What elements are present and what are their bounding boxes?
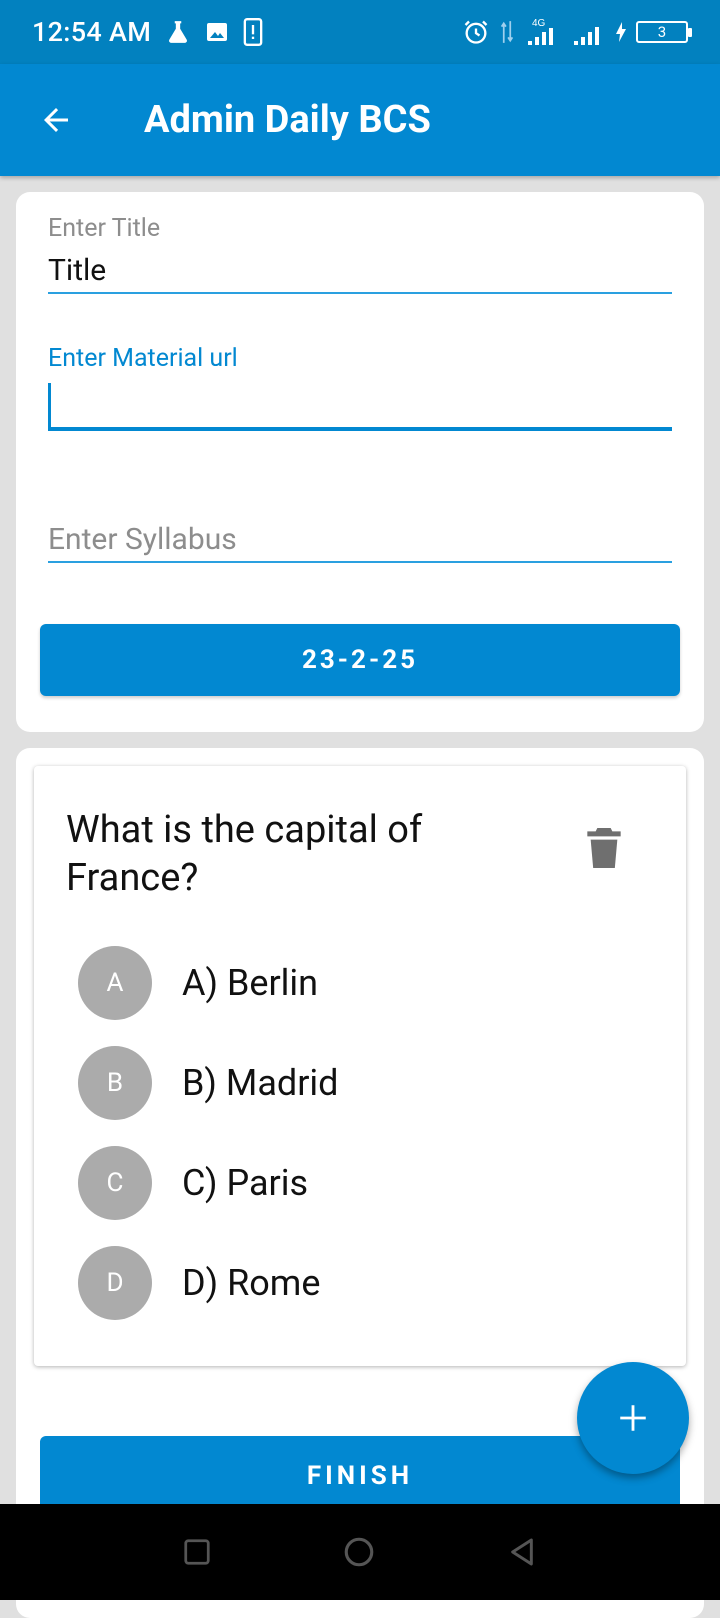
flask-icon [169,21,188,43]
option-b-text: B) Madrid [182,1062,339,1104]
page-title: Admin Daily BCS [144,98,431,142]
network-type: 4G [532,18,546,29]
charging-icon [616,22,626,42]
arrow-left-icon [44,108,68,132]
material-url-label: Enter Material url [48,344,238,373]
option-d-text: D) Rome [182,1262,321,1304]
option-a-badge: A [78,946,152,1020]
option-a[interactable]: A A) Berlin [78,946,318,1020]
battery-icon: 3 [636,21,692,43]
option-c-text: C) Paris [182,1162,309,1204]
title-input[interactable]: Title [48,253,672,292]
status-time: 12:54 AM [32,16,152,48]
system-nav-bar [0,1504,720,1600]
option-c-badge: C [78,1146,152,1220]
option-d-badge: D [78,1246,152,1320]
syllabus-underline [48,561,672,563]
image-icon [207,23,228,41]
option-d[interactable]: D D) Rome [78,1246,320,1320]
question-card: What is the capital of France? A A) Berl… [34,766,686,1366]
syllabus-input[interactable]: Enter Syllabus [48,522,672,561]
home-icon[interactable] [342,1535,376,1569]
option-b[interactable]: B B) Madrid [78,1046,338,1120]
app-bar: Admin Daily BCS [0,64,720,176]
syllabus-field[interactable]: Enter Syllabus [48,522,672,563]
alarm-icon [464,20,488,44]
question-text: What is the capital of France? [66,808,423,900]
title-field[interactable]: Enter Title Title [48,214,672,294]
plus-icon [620,1405,646,1431]
title-underline [48,292,672,294]
option-c[interactable]: C C) Paris [78,1146,308,1220]
option-a-text: A) Berlin [182,962,319,1004]
option-b-badge: B [78,1046,152,1120]
signal-icon: 4G [528,18,553,45]
data-arrows-icon [500,21,514,43]
material-url-underline [48,427,672,431]
status-bar: 12:54 AM 4G 3 [0,0,720,64]
material-url-field[interactable]: Enter Material url [48,344,672,431]
signal-icon [574,27,599,45]
add-question-button[interactable] [577,1362,689,1474]
date-button[interactable]: 23-2-25 [40,624,680,696]
recent-apps-icon[interactable] [182,1537,212,1567]
back-icon[interactable] [506,1536,538,1568]
trash-icon[interactable] [584,826,624,870]
material-url-input[interactable] [48,383,672,427]
phone-alert-icon [243,18,263,46]
form-card: Enter Title Title Enter Material url Ent… [16,192,704,732]
back-button[interactable] [0,64,112,176]
title-label: Enter Title [48,214,161,243]
